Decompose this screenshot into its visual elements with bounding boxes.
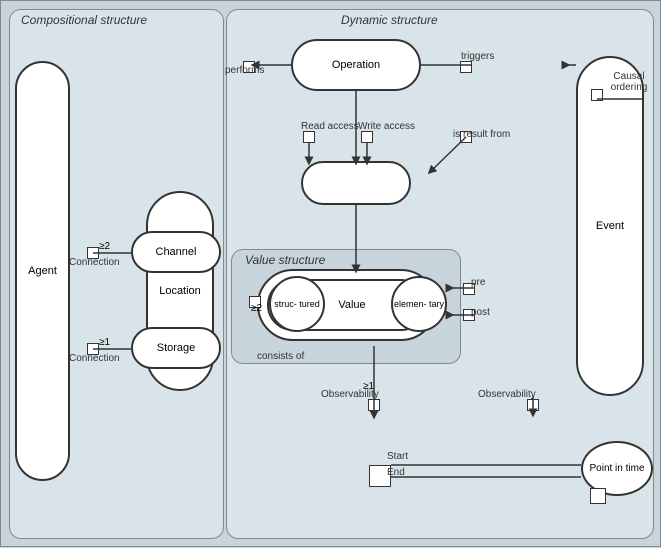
storage-node: Storage	[131, 327, 221, 369]
triggers-label: triggers	[461, 51, 494, 62]
compositional-label: Compositional structure	[21, 13, 147, 27]
agent-node: Agent	[15, 61, 70, 481]
is-result-from-label: is result from	[453, 129, 510, 140]
ge1-storage-label: ≥1	[99, 337, 110, 348]
start-label: Start	[387, 451, 408, 462]
end-label: End	[387, 467, 405, 478]
write-access-sq	[361, 131, 373, 143]
middle-pill	[301, 161, 411, 205]
value-label: Value structure	[245, 253, 325, 267]
obs2-label: Observability	[478, 389, 536, 400]
elementary-circle: elemen- tary	[391, 276, 447, 332]
read-access-sq	[303, 131, 315, 143]
point-time-small-sq	[590, 488, 606, 504]
ge2-channel-label: ≥2	[99, 241, 110, 252]
consists-of-label: consists of	[257, 351, 304, 362]
obs1-sq	[368, 399, 380, 411]
structured-circle: struc- tured	[269, 276, 325, 332]
ge2-value-label: ≥2	[251, 303, 262, 314]
connection1-label: Connection	[69, 257, 120, 268]
causal-ordering-label: Causal ordering	[598, 71, 660, 93]
read-access-label: Read access	[301, 121, 359, 132]
post-label: post	[471, 307, 490, 318]
write-access-label: Write access	[358, 121, 415, 132]
ge1-obs-label: ≥1	[363, 381, 374, 392]
pre-label: pre	[471, 277, 485, 288]
diagram-container: Compositional structure Dynamic structur…	[0, 0, 661, 547]
connection2-label: Connection	[69, 353, 120, 364]
performs-label: performs	[225, 65, 264, 76]
obs2-sq	[527, 399, 539, 411]
dynamic-label: Dynamic structure	[341, 13, 438, 27]
event-node: Event	[576, 56, 644, 396]
channel-node: Channel	[131, 231, 221, 273]
triggers-sq	[460, 61, 472, 73]
operation-node: Operation	[291, 39, 421, 91]
